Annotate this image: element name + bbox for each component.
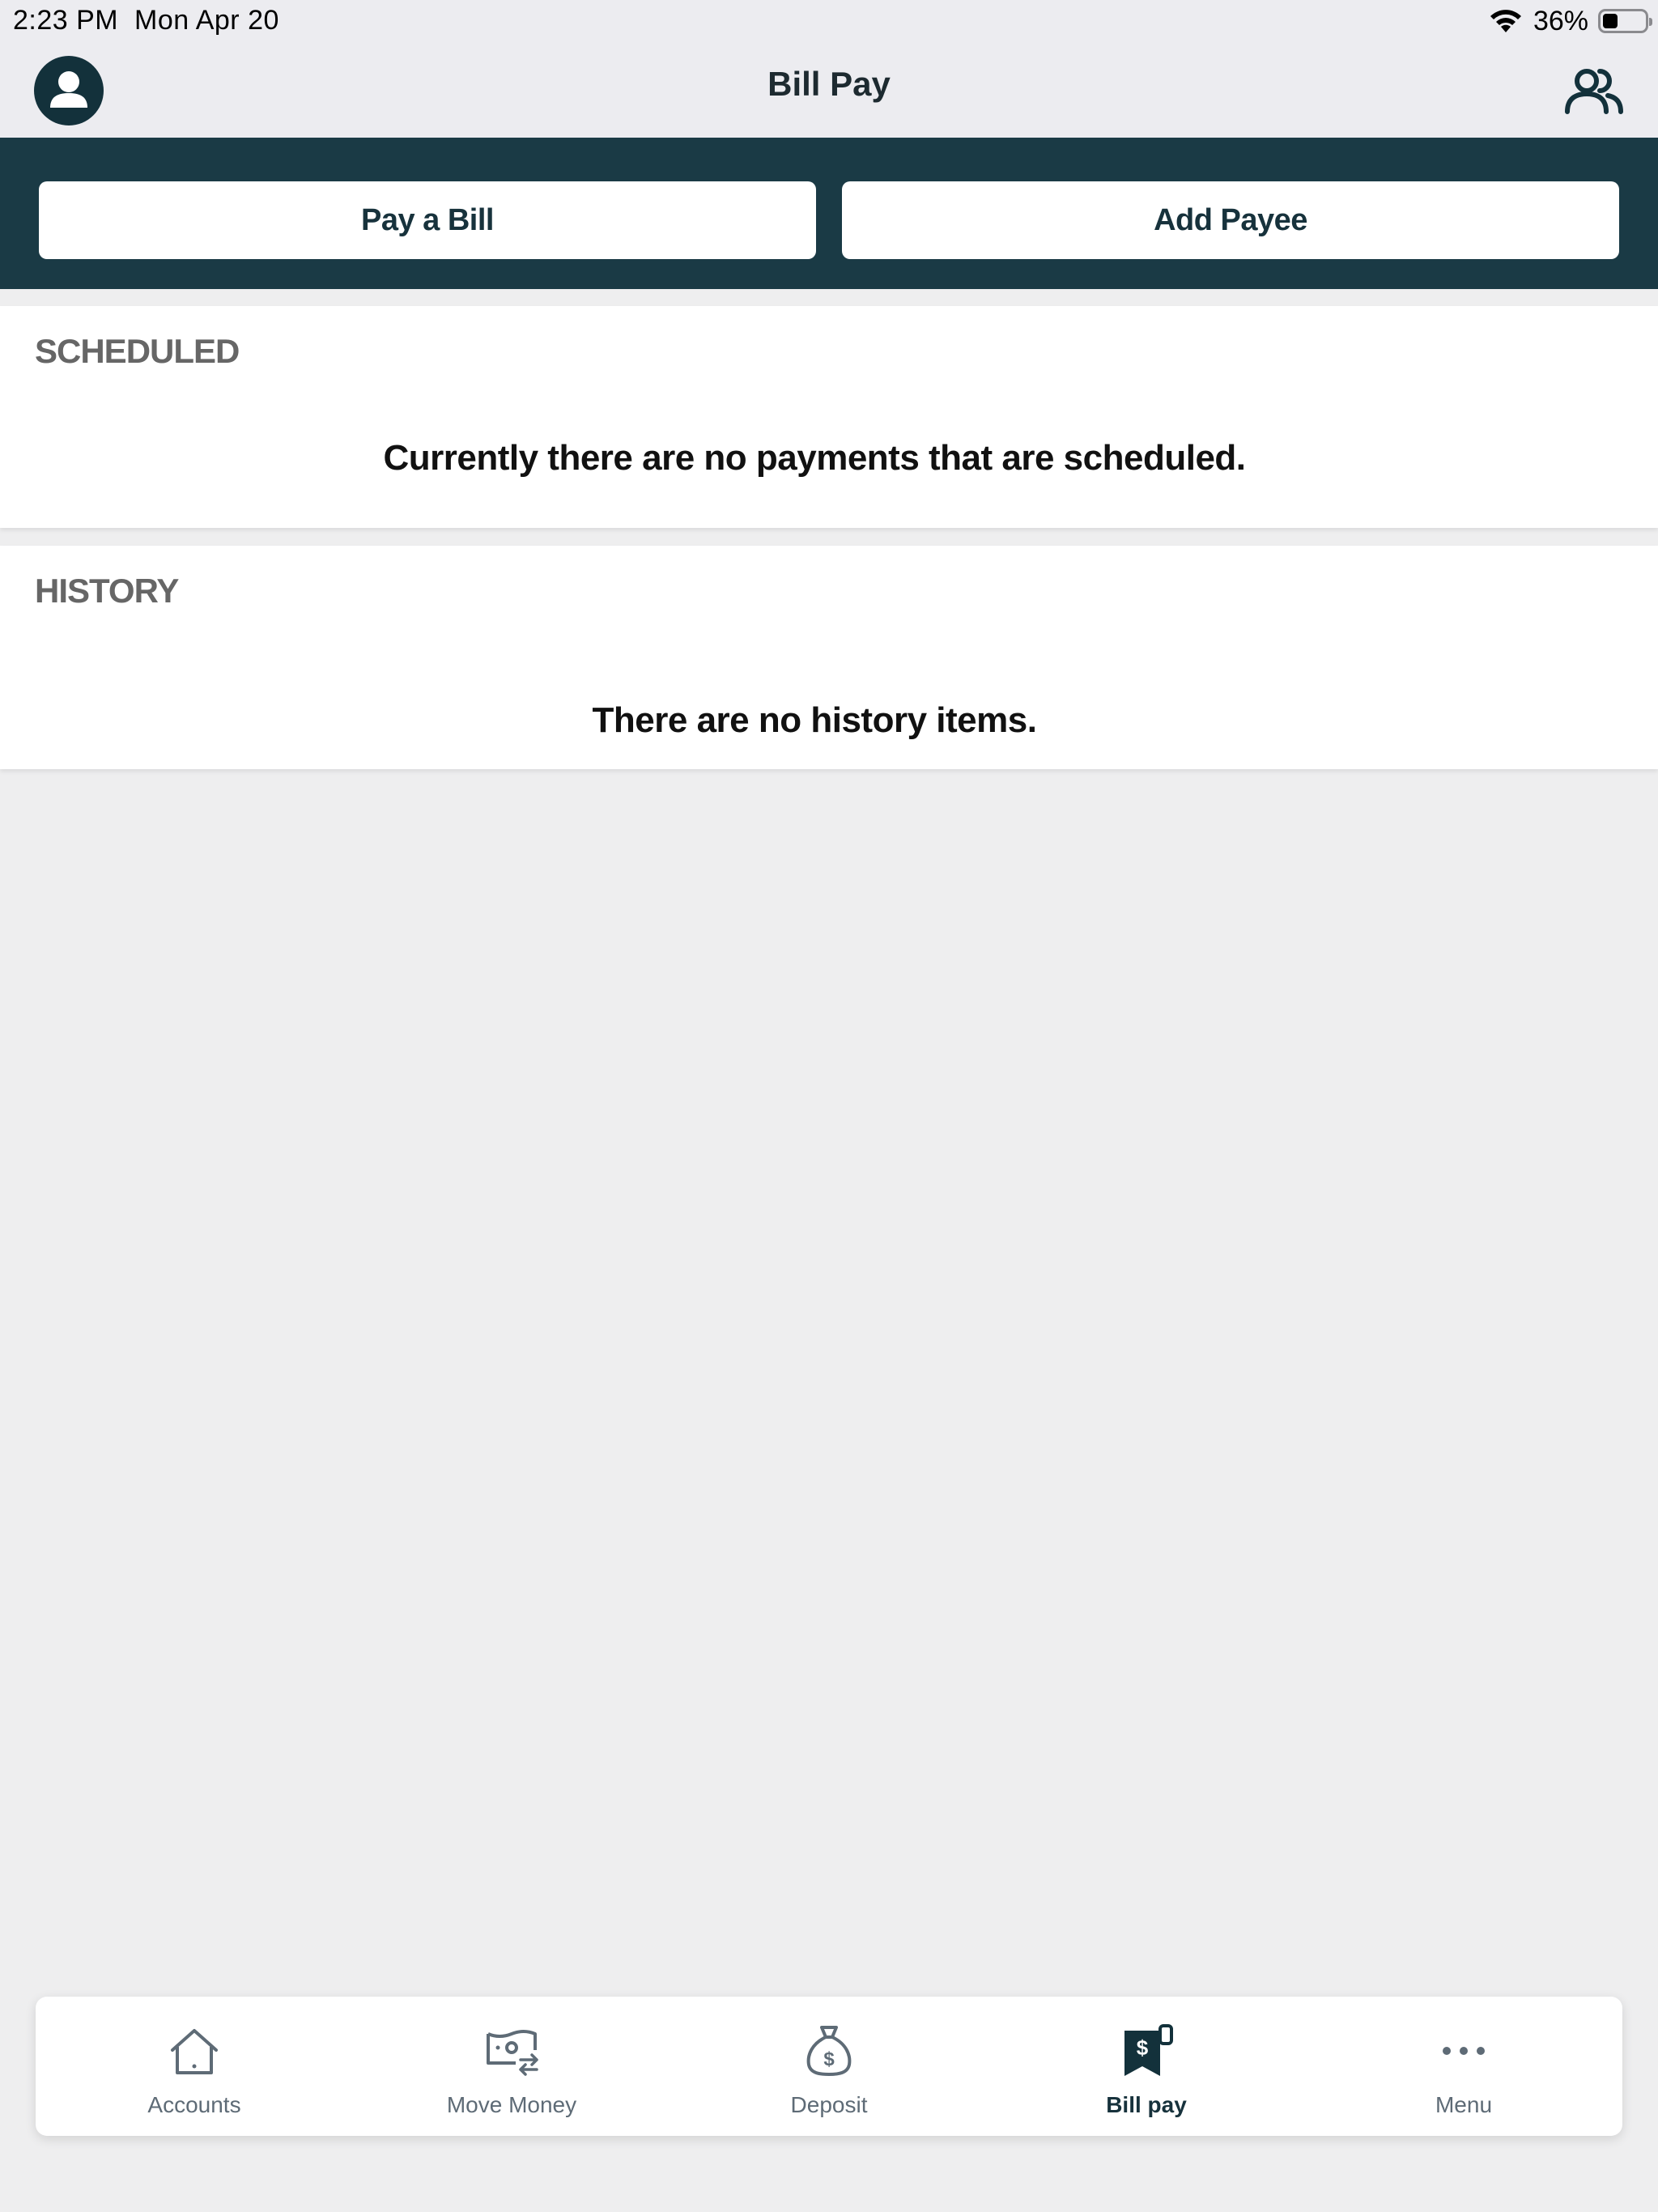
scheduled-section: SCHEDULED Currently there are no payment… <box>0 306 1658 528</box>
status-bar: 2:23 PM Mon Apr 20 36% <box>0 0 1658 42</box>
more-icon <box>1443 2047 1485 2055</box>
svg-text:$: $ <box>823 2048 835 2070</box>
action-band: Pay a Bill Add Payee <box>0 138 1658 289</box>
move-money-icon <box>487 2030 538 2076</box>
wifi-icon <box>1490 10 1521 32</box>
tab-bill-pay[interactable]: $ Bill pay <box>988 1997 1305 2136</box>
scheduled-empty-message: Currently there are no payments that are… <box>383 438 1246 478</box>
tab-label: Bill pay <box>1106 2092 1187 2117</box>
tab-menu[interactable]: Menu <box>1305 1997 1622 2136</box>
tab-label: Deposit <box>790 2092 868 2117</box>
svg-text:$: $ <box>1137 2035 1149 2060</box>
tab-label: Accounts <box>147 2092 241 2117</box>
bill-icon: $ <box>1124 2024 1173 2076</box>
battery-level <box>1603 14 1618 28</box>
money-bag-icon: $ <box>806 2026 852 2076</box>
scheduled-heading: SCHEDULED <box>35 332 240 370</box>
battery-icon <box>1598 9 1652 33</box>
status-indicators: 36% <box>1488 5 1652 37</box>
tab-move-money[interactable]: Move Money <box>353 1997 670 2136</box>
tab-accounts[interactable]: Accounts <box>36 1997 353 2136</box>
tab-label: Menu <box>1435 2092 1493 2117</box>
payees-icon[interactable] <box>1562 66 1624 115</box>
add-payee-button[interactable]: Add Payee <box>842 181 1619 259</box>
page-title: Bill Pay <box>767 65 891 103</box>
tab-bar: Accounts Move Money $ Deposit $ Bill pay <box>36 1997 1622 2136</box>
tab-label: Move Money <box>446 2092 577 2117</box>
nav-bar: Bill Pay <box>0 42 1658 138</box>
history-empty-message: There are no history items. <box>592 700 1037 740</box>
pay-bill-button[interactable]: Pay a Bill <box>39 181 816 259</box>
status-time: 2:23 PM <box>13 5 119 36</box>
status-date: Mon Apr 20 <box>134 5 279 36</box>
history-heading: HISTORY <box>35 572 179 610</box>
tab-deposit[interactable]: $ Deposit <box>670 1997 988 2136</box>
battery-percent: 36% <box>1533 5 1588 36</box>
history-section: HISTORY There are no history items. <box>0 546 1658 769</box>
home-icon <box>171 2029 218 2074</box>
